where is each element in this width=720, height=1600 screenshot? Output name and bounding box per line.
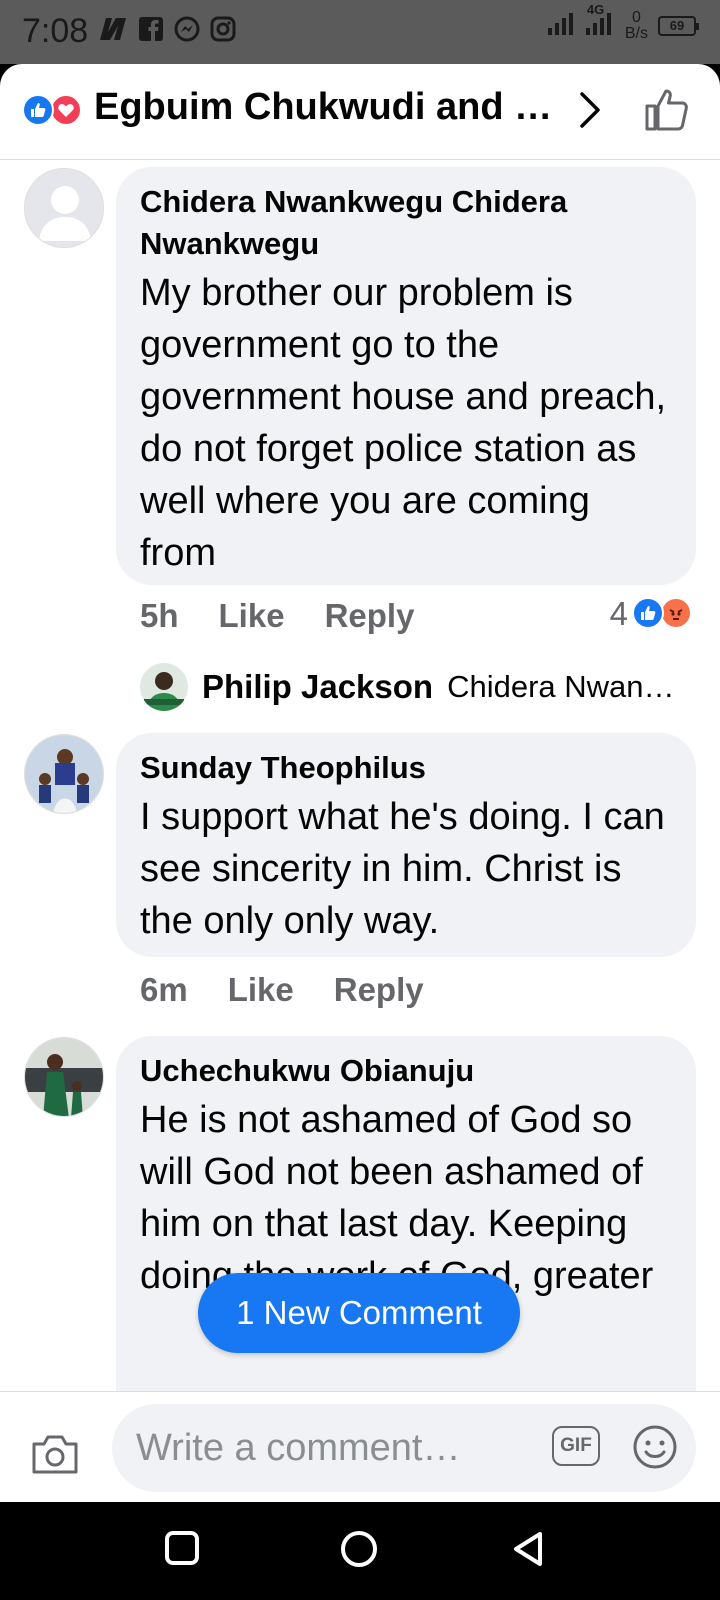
data-rate-unit: B/s <box>624 25 648 42</box>
home-button[interactable] <box>340 1530 378 1573</box>
instagram-icon <box>210 16 236 47</box>
circle-icon <box>341 1531 377 1567</box>
network-type: 4G <box>586 1 605 17</box>
notification-icons <box>98 16 236 47</box>
like-reaction-icon <box>22 94 54 126</box>
status-time: 7:08 <box>22 12 89 50</box>
reply-button[interactable]: Reply <box>334 971 424 1009</box>
thumbs-up-icon <box>645 89 688 131</box>
back-triangle-icon <box>514 1532 542 1566</box>
emoji-icon[interactable] <box>632 1424 678 1475</box>
avatar[interactable] <box>24 1037 104 1117</box>
system-nav-bar <box>0 1502 720 1600</box>
gif-button[interactable]: GIF <box>552 1426 600 1466</box>
comment-text: He is not ashamed of God so will God not… <box>140 1099 654 1297</box>
avatar[interactable] <box>24 734 104 814</box>
comment-text: I support what he's doing. I can see sin… <box>140 796 665 942</box>
comment-actions: 5h Like Reply <box>140 597 414 635</box>
battery-icon: 69 <box>658 16 699 36</box>
reply-button[interactable]: Reply <box>325 597 415 635</box>
facebook-icon <box>138 16 164 47</box>
comment-time[interactable]: 6m <box>140 971 188 1009</box>
comment-time[interactable]: 5h <box>140 597 179 635</box>
angry-reaction-icon <box>660 597 692 629</box>
reply-preview[interactable]: Philip Jackson Chidera Nwan… <box>140 663 700 711</box>
comment-bubble[interactable]: Sunday Theophilus I support what he's do… <box>116 733 696 957</box>
love-reaction-icon <box>50 94 82 126</box>
data-rate: 0 B/s <box>625 10 648 42</box>
new-comment-button[interactable]: 1 New Comment <box>198 1273 520 1353</box>
messenger-icon <box>174 16 200 47</box>
reply-snippet: Chidera Nwan… <box>447 669 675 704</box>
like-button[interactable]: Like <box>219 597 285 635</box>
system-indicators: 4G 0 B/s 69 <box>547 2 699 42</box>
data-rate-value: 0 <box>631 9 641 26</box>
default-avatar-icon <box>39 186 91 241</box>
status-bar: 7:08 4G 0 B/s 69 <box>0 0 720 64</box>
reaction-summary[interactable]: 4 <box>610 595 696 633</box>
reply-avatar[interactable] <box>140 663 188 711</box>
comment-text: My brother our problem is government go … <box>140 272 667 574</box>
comment-author[interactable]: Chidera Nwankwegu Chidera Nwankwegu <box>140 181 672 265</box>
avatar[interactable] <box>24 168 104 248</box>
square-icon <box>165 1531 199 1565</box>
reaction-icons <box>632 597 696 631</box>
comment-author[interactable]: Uchechukwu Obianuju <box>140 1050 672 1092</box>
comments-list[interactable]: Chidera Nwankwegu Chidera Nwankwegu My b… <box>0 161 720 1455</box>
comments-header: Egbuim Chukwudi and … <box>0 64 720 160</box>
reaction-count: 4 <box>609 595 628 632</box>
like-reaction-icon <box>632 597 664 629</box>
recents-button[interactable] <box>164 1530 200 1571</box>
app-notification-icon <box>98 16 128 47</box>
comment-author[interactable]: Sunday Theophilus <box>140 747 672 789</box>
comment-input[interactable] <box>112 1404 696 1492</box>
reactors-title[interactable]: Egbuim Chukwudi and … <box>94 86 552 129</box>
comment-actions: 6m Like Reply <box>140 971 424 1009</box>
comments-sheet: Egbuim Chukwudi and … Chidera Nwankwegu … <box>0 64 720 1502</box>
comment-bubble[interactable]: Chidera Nwankwegu Chidera Nwankwegu My b… <box>116 167 696 585</box>
camera-icon[interactable] <box>30 1432 80 1481</box>
signal-4g-icon: 4G <box>585 2 615 41</box>
chevron-right-icon[interactable] <box>578 90 604 135</box>
comment-composer-bar: GIF <box>0 1391 720 1502</box>
signal-icon <box>547 12 575 41</box>
like-post-button[interactable] <box>644 88 690 137</box>
reply-author[interactable]: Philip Jackson <box>202 668 433 706</box>
battery-level: 69 <box>669 18 685 33</box>
back-button[interactable] <box>510 1530 546 1573</box>
like-button[interactable]: Like <box>228 971 294 1009</box>
reaction-icons[interactable] <box>22 94 86 128</box>
